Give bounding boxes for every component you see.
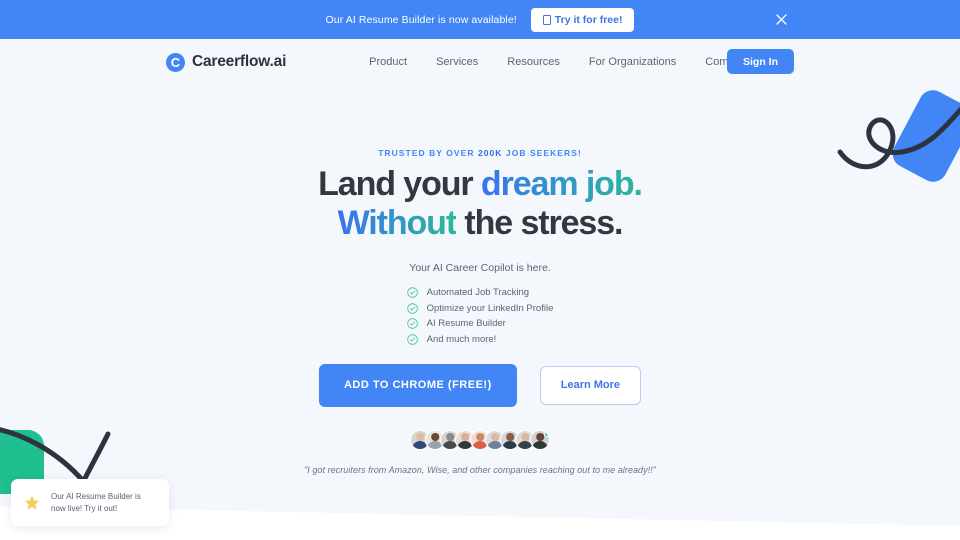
close-icon [776,14,787,25]
hero-subtitle: Your AI Career Copilot is here. [409,262,551,274]
document-icon [542,14,551,25]
cta-row: ADD TO CHROME (FREE!) Learn More [318,363,642,407]
feature-item: Automated Job Tracking [406,287,554,298]
toast-line-2: now live! Try it out! [51,503,118,513]
eyebrow-prefix: TRUSTED BY OVER [378,148,478,158]
feature-label: AI Resume Builder [426,318,506,329]
check-circle-icon [406,287,418,298]
banner-message: Our AI Resume Builder is now available! [325,13,517,26]
social-proof-avatars [410,429,550,450]
nav-item-services[interactable]: Services [436,56,478,68]
toast-notification[interactable]: Our AI Resume Builder is now live! Try i… [11,479,169,526]
headline-plain-2: the stress. [456,204,623,242]
hero-section: TRUSTED BY OVER 200K JOB SEEKERS! Land y… [0,85,960,475]
feature-list: Automated Job Tracking Optimize your Lin… [406,287,554,345]
headline-plain-1: Land your [318,165,481,203]
sign-in-button[interactable]: Sign In [727,49,794,74]
trusted-by-eyebrow: TRUSTED BY OVER 200K JOB SEEKERS! [378,148,582,158]
page-root: Our AI Resume Builder is now available! … [0,0,960,540]
nav-item-resources[interactable]: Resources [507,56,560,68]
site-header: C Careerflow.ai Product Services Resourc… [0,39,960,85]
learn-more-button[interactable]: Learn More [539,365,642,405]
eyebrow-count: 200K [477,148,503,158]
banner-close-button[interactable] [773,11,790,28]
toast-text: Our AI Resume Builder is now live! Try i… [51,491,141,514]
feature-label: Automated Job Tracking [426,287,530,298]
feature-item: AI Resume Builder [406,318,554,329]
main-nav: Product Services Resources For Organizat… [369,56,752,68]
announcement-banner: Our AI Resume Builder is now available! … [0,0,960,39]
page-title: Land your dream job. Without the stress. [318,165,643,240]
headline-line2: Without the stress. [318,206,642,240]
feature-item: And much more! [406,333,554,345]
check-circle-icon [406,318,418,329]
feature-label: Optimize your LinkedIn Profile [426,302,554,314]
logo-text: Careerflow.ai [192,53,287,70]
logo[interactable]: C Careerflow.ai [166,52,287,72]
nav-item-product[interactable]: Product [369,56,407,68]
feature-item: Optimize your LinkedIn Profile [406,302,554,314]
banner-cta-label: Try it for free! [554,13,623,26]
online-status-dot [544,430,549,437]
banner-try-free-button[interactable]: Try it for free! [530,7,635,32]
logo-mark-icon: C [166,52,185,72]
toast-line-1: Our AI Resume Builder is [51,491,141,501]
add-to-chrome-button[interactable]: ADD TO CHROME (FREE!) [318,363,517,407]
testimonial-quote: "I got recruiters from Amazon, Wise, and… [304,464,656,475]
headline-gradient-1: dream job. [480,165,643,203]
nav-item-for-organizations[interactable]: For Organizations [589,56,676,68]
headline-line1: Land your dream job. [318,165,643,203]
star-icon [24,495,40,509]
check-circle-icon [406,333,418,345]
check-circle-icon [406,302,418,314]
eyebrow-suffix: JOB SEEKERS! [502,148,582,158]
headline-gradient-2: Without [337,204,458,242]
avatar [530,429,550,450]
feature-label: And much more! [426,333,497,345]
